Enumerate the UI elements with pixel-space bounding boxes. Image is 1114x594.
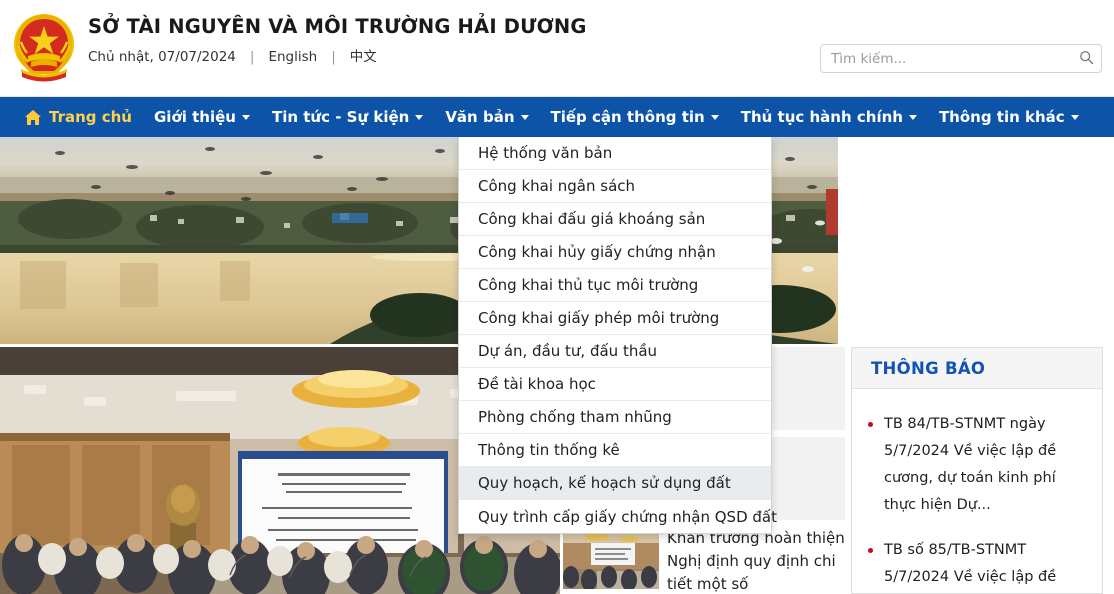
dropdown-item-de-tai-khoa-hoc[interactable]: Đề tài khoa học	[459, 368, 771, 401]
nav-item-thong-tin-khac[interactable]: Thông tin khác	[928, 97, 1090, 137]
nav-item-van-ban[interactable]: Văn bản	[434, 97, 539, 137]
dropdown-item-phong-chong-tham-nhung[interactable]: Phòng chống tham nhũng	[459, 401, 771, 434]
news-item-title: Khẩn trương hoàn thiện Nghị định quy địn…	[667, 529, 845, 593]
dropdown-item-du-an-dau-tu-dau-thau[interactable]: Dự án, đầu tư, đấu thầu	[459, 335, 771, 368]
meta-separator-1: |	[249, 49, 255, 65]
dropdown-item-cong-khai-huy-giay-chung-nhan[interactable]: Công khai hủy giấy chứng nhận	[459, 236, 771, 269]
dropdown-item-cong-khai-dau-gia-khoang-san[interactable]: Công khai đấu giá khoáng sản	[459, 203, 771, 236]
dropdown-item-cong-khai-thu-tuc-moi-truong[interactable]: Công khai thủ tục môi trường	[459, 269, 771, 302]
main-navigation: Trang chủ Giới thiệu Tin tức - Sự kiện V…	[0, 97, 1114, 137]
notice-panel-header: THÔNG BÁO	[852, 348, 1102, 389]
vietnam-national-emblem-icon	[8, 10, 80, 86]
chevron-down-icon	[241, 114, 250, 120]
chevron-down-icon	[1070, 114, 1079, 120]
nav-label: Thủ tục hành chính	[740, 108, 903, 126]
chevron-down-icon	[908, 114, 917, 120]
dropdown-menu-tiep-can-thong-tin: Hệ thống văn bản Công khai ngân sách Côn…	[458, 137, 777, 534]
dropdown-item-cong-khai-ngan-sach[interactable]: Công khai ngân sách	[459, 170, 771, 203]
news-thumbnail-image	[563, 527, 659, 589]
dropdown-item-quy-trinh-cap-giay-chung-nhan-qsd-dat[interactable]: Quy trình cấp giấy chứng nhận QSD đất	[459, 500, 777, 533]
nav-item-gioi-thieu[interactable]: Giới thiệu	[143, 97, 261, 137]
search-button[interactable]	[1071, 45, 1101, 72]
chevron-down-icon	[415, 114, 424, 120]
notice-list: TB 84/TB-STNMT ngày 5/7/2024 Về việc lập…	[852, 389, 1102, 594]
nav-label: Thông tin khác	[938, 108, 1065, 126]
site-title: SỞ TÀI NGUYÊN VÀ MÔI TRƯỜNG HẢI DƯƠNG	[88, 15, 587, 38]
nav-label: Văn bản	[445, 108, 515, 126]
dropdown-item-he-thong-van-ban[interactable]: Hệ thống văn bản	[459, 137, 771, 170]
home-icon	[24, 109, 42, 126]
notice-panel: THÔNG BÁO TB 84/TB-STNMT ngày 5/7/2024 V…	[851, 347, 1103, 594]
search-icon	[1079, 50, 1094, 68]
site-header: SỞ TÀI NGUYÊN VÀ MÔI TRƯỜNG HẢI DƯƠNG Ch…	[0, 0, 1114, 97]
nav-item-tiep-can-thong-tin[interactable]: Tiếp cận thông tin	[540, 97, 730, 137]
nav-item-tin-tuc-su-kien[interactable]: Tin tức - Sự kiện	[261, 97, 434, 137]
notice-panel-title: THÔNG BÁO	[871, 358, 986, 378]
search-input[interactable]	[821, 45, 1071, 72]
lang-english-link[interactable]: English	[268, 48, 317, 66]
nav-label: Tin tức - Sự kiện	[271, 108, 410, 126]
lang-chinese-link[interactable]: 中文	[350, 48, 377, 66]
meta-separator-2: |	[331, 49, 336, 65]
notice-list-item[interactable]: TB 84/TB-STNMT ngày 5/7/2024 Về việc lập…	[866, 411, 1088, 519]
dropdown-item-quy-hoach-ke-hoach-su-dung-dat[interactable]: Quy hoạch, kế hoạch sử dụng đất	[459, 467, 771, 500]
dropdown-item-thong-tin-thong-ke[interactable]: Thông tin thống kê	[459, 434, 771, 467]
nav-label: Trang chủ	[49, 108, 132, 126]
chevron-down-icon	[710, 114, 719, 120]
nav-label: Giới thiệu	[154, 108, 236, 126]
page-root: SỞ TÀI NGUYÊN VÀ MÔI TRƯỜNG HẢI DƯƠNG Ch…	[0, 0, 1114, 594]
nav-item-thu-tuc-hanh-chinh[interactable]: Thủ tục hành chính	[730, 97, 928, 137]
header-meta: Chủ nhật, 07/07/2024 | English | 中文	[88, 48, 587, 66]
dropdown-item-cong-khai-giay-phep-moi-truong[interactable]: Công khai giấy phép môi trường	[459, 302, 771, 335]
search-box[interactable]	[820, 44, 1102, 73]
current-date: Chủ nhật, 07/07/2024	[88, 49, 236, 65]
header-title-block: SỞ TÀI NGUYÊN VÀ MÔI TRƯỜNG HẢI DƯƠNG Ch…	[88, 14, 587, 66]
nav-item-trang-chu[interactable]: Trang chủ	[18, 97, 143, 137]
notice-list-item[interactable]: TB số 85/TB-STNMT 5/7/2024 Về việc lập đ…	[866, 537, 1088, 594]
news-item-with-thumbnail[interactable]: Khẩn trương hoàn thiện Nghị định quy địn…	[563, 527, 845, 594]
chevron-down-icon	[520, 114, 529, 120]
nav-label: Tiếp cận thông tin	[550, 108, 705, 126]
